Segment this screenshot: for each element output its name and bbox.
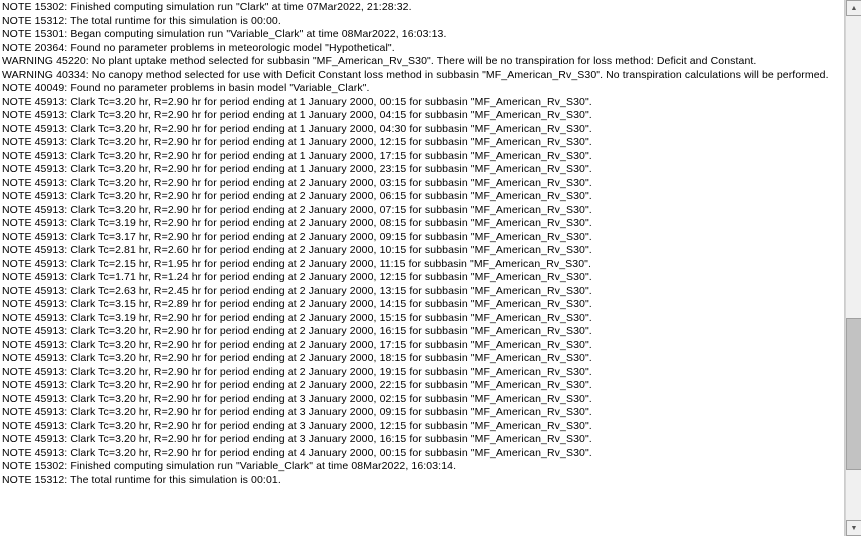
log-line: NOTE 45913: Clark Tc=3.20 hr, R=2.90 hr … [2,123,842,137]
log-line: NOTE 45913: Clark Tc=3.20 hr, R=2.90 hr … [2,163,842,177]
log-line: NOTE 15302: Finished computing simulatio… [2,460,842,474]
chevron-up-icon: ▲ [851,5,858,12]
log-line: NOTE 15312: The total runtime for this s… [2,474,842,488]
log-line: NOTE 15312: The total runtime for this s… [2,15,842,29]
log-line: NOTE 45913: Clark Tc=3.20 hr, R=2.90 hr … [2,447,842,461]
log-line: NOTE 45913: Clark Tc=3.20 hr, R=2.90 hr … [2,177,842,191]
log-line: NOTE 45913: Clark Tc=3.15 hr, R=2.89 hr … [2,298,842,312]
log-line: NOTE 45913: Clark Tc=3.17 hr, R=2.90 hr … [2,231,842,245]
log-line: NOTE 45913: Clark Tc=3.20 hr, R=2.90 hr … [2,433,842,447]
log-line: WARNING 40334: No canopy method selected… [2,69,842,83]
chevron-down-icon: ▼ [851,525,858,532]
scroll-up-button[interactable]: ▲ [846,0,861,16]
log-line: NOTE 45913: Clark Tc=3.20 hr, R=2.90 hr … [2,352,842,366]
log-line: NOTE 45913: Clark Tc=3.19 hr, R=2.90 hr … [2,217,842,231]
scrollbar-track[interactable] [846,16,861,520]
log-line: NOTE 20364: Found no parameter problems … [2,42,842,56]
log-line: NOTE 45913: Clark Tc=2.63 hr, R=2.45 hr … [2,285,842,299]
log-line: NOTE 45913: Clark Tc=3.20 hr, R=2.90 hr … [2,190,842,204]
log-line: NOTE 45913: Clark Tc=3.20 hr, R=2.90 hr … [2,136,842,150]
log-line: NOTE 45913: Clark Tc=3.20 hr, R=2.90 hr … [2,325,842,339]
log-line: NOTE 45913: Clark Tc=3.20 hr, R=2.90 hr … [2,96,842,110]
scrollbar-thumb[interactable] [846,318,861,469]
log-line: NOTE 45913: Clark Tc=3.20 hr, R=2.90 hr … [2,366,842,380]
log-line: NOTE 45913: Clark Tc=3.19 hr, R=2.90 hr … [2,312,842,326]
log-line: NOTE 40049: Found no parameter problems … [2,82,842,96]
log-line: NOTE 45913: Clark Tc=3.20 hr, R=2.90 hr … [2,379,842,393]
log-line: NOTE 45913: Clark Tc=3.20 hr, R=2.90 hr … [2,420,842,434]
log-line: NOTE 45913: Clark Tc=3.20 hr, R=2.90 hr … [2,406,842,420]
log-line: NOTE 45913: Clark Tc=2.81 hr, R=2.60 hr … [2,244,842,258]
log-line: WARNING 45220: No plant uptake method se… [2,55,842,69]
log-line: NOTE 45913: Clark Tc=3.20 hr, R=2.90 hr … [2,109,842,123]
log-line: NOTE 45913: Clark Tc=3.20 hr, R=2.90 hr … [2,150,842,164]
log-line: NOTE 45913: Clark Tc=3.20 hr, R=2.90 hr … [2,393,842,407]
log-output-panel[interactable]: NOTE 15302: Finished computing simulatio… [0,0,845,536]
log-line: NOTE 45913: Clark Tc=3.20 hr, R=2.90 hr … [2,339,842,353]
log-line: NOTE 45913: Clark Tc=3.20 hr, R=2.90 hr … [2,204,842,218]
log-line: NOTE 15302: Finished computing simulatio… [2,1,842,15]
log-line: NOTE 45913: Clark Tc=2.15 hr, R=1.95 hr … [2,258,842,272]
scroll-down-button[interactable]: ▼ [846,520,861,536]
log-line: NOTE 45913: Clark Tc=1.71 hr, R=1.24 hr … [2,271,842,285]
log-line: NOTE 15301: Began computing simulation r… [2,28,842,42]
outer-scrollbar[interactable]: ▲ ▼ [845,0,861,536]
